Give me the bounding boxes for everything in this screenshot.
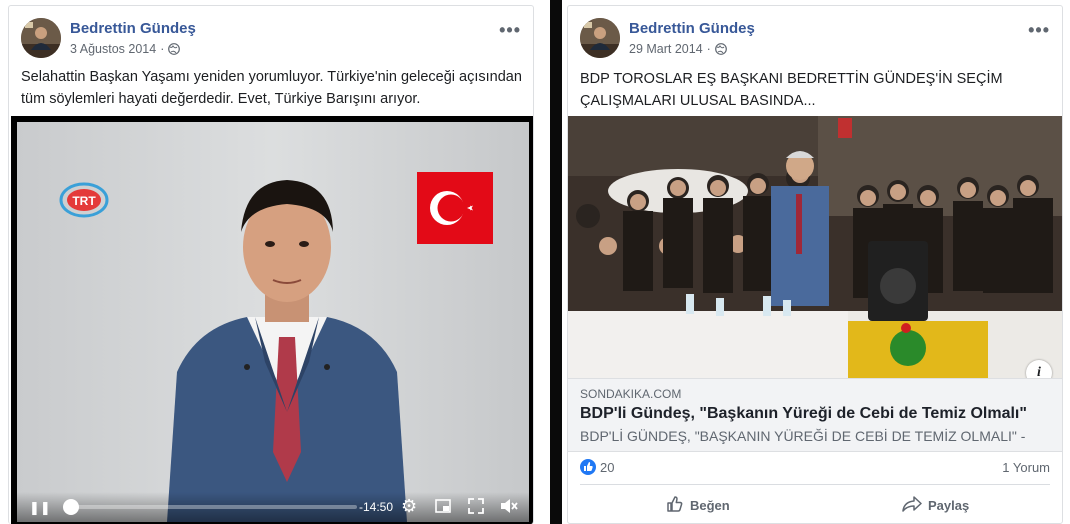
fullscreen-icon[interactable]: [468, 498, 484, 517]
post-header: Bedrettin Gündeş 29 Mart 2014 · •••: [580, 18, 1050, 58]
post-text-line: BDP TOROSLAR EŞ BAŞKANI BEDRETTİN GÜNDEŞ…: [580, 71, 1003, 87]
post-text-line: tüm söylemleri hayati değerdedir. Evet, …: [21, 91, 421, 107]
link-preview[interactable]: SONDAKIKA.COM BDP'li Gündeş, "Başkanın Y…: [568, 378, 1062, 452]
post-meta: 29 Mart 2014 ·: [629, 42, 727, 56]
miniplayer-icon[interactable]: [435, 498, 451, 517]
video-progress-track[interactable]: [67, 505, 357, 509]
more-options-icon[interactable]: •••: [499, 20, 521, 41]
globe-icon[interactable]: [714, 43, 727, 55]
like-button[interactable]: Beğen: [666, 495, 730, 516]
like-reaction-icon[interactable]: [580, 459, 596, 475]
post-meta: 3 Ağustos 2014 ·: [70, 42, 181, 56]
post-text: BDP TOROSLAR EŞ BAŞKANI BEDRETTİN GÜNDEŞ…: [580, 68, 1003, 112]
share-label: Paylaş: [928, 498, 970, 513]
screenshot-divider: [550, 0, 562, 524]
post-date[interactable]: 3 Ağustos 2014: [70, 42, 156, 56]
like-label: Beğen: [690, 498, 730, 513]
share-button[interactable]: Paylaş: [902, 495, 969, 516]
pause-icon[interactable]: ❚❚: [29, 500, 51, 516]
author-avatar[interactable]: [21, 18, 61, 58]
post-date[interactable]: 29 Mart 2014: [629, 42, 703, 56]
post-text-line: ÇALIŞMALARI ULUSAL BASINDA...: [580, 93, 816, 109]
post-header: Bedrettin Gündeş 3 Ağustos 2014 · •••: [21, 18, 521, 58]
video-frame: TRT: [17, 122, 529, 522]
author-avatar[interactable]: [580, 18, 620, 58]
comment-count[interactable]: 1 Yorum: [1002, 460, 1050, 475]
link-description: BDP'Lİ GÜNDEŞ, "BAŞKANIN YÜREĞİ DE CEBİ …: [580, 428, 1026, 444]
video-time: -14:50: [359, 500, 394, 514]
post-card-right: Bedrettin Gündeş 29 Mart 2014 · ••• BDP …: [567, 5, 1063, 524]
link-title[interactable]: BDP'li Gündeş, "Başkanın Yüreği de Cebi …: [580, 405, 1027, 423]
reaction-count[interactable]: 20: [600, 460, 614, 475]
reactions-bar: 20 1 Yorum: [580, 458, 1050, 478]
share-icon: [902, 495, 922, 516]
video-controls: ❚❚ -14:50 ⚙: [17, 492, 529, 522]
post-card-left: Bedrettin Gündeş 3 Ağustos 2014 · ••• Se…: [8, 5, 534, 524]
trt-logo-text: TRT: [72, 194, 96, 208]
post-text: Selahattin Başkan Yaşamı yeniden yorumlu…: [21, 66, 522, 110]
link-domain: SONDAKIKA.COM: [580, 387, 682, 401]
video-player[interactable]: TRT ❚❚ -14:50 ⚙: [11, 116, 533, 524]
author-name[interactable]: Bedrettin Gündeş: [70, 20, 196, 37]
trt-logo: TRT: [59, 182, 109, 218]
post-actions: Beğen Paylaş: [580, 484, 1050, 522]
presenter-figure: [167, 180, 407, 522]
author-name[interactable]: Bedrettin Gündeş: [629, 20, 755, 37]
more-options-icon[interactable]: •••: [1028, 20, 1050, 41]
mute-icon[interactable]: [500, 498, 518, 517]
video-progress-handle[interactable]: [63, 499, 79, 515]
globe-icon[interactable]: [168, 43, 181, 55]
post-text-line: Selahattin Başkan Yaşamı yeniden yorumlu…: [21, 69, 522, 85]
link-preview-image[interactable]: i: [568, 116, 1062, 378]
settings-gear-icon[interactable]: ⚙: [401, 496, 417, 517]
rally-photo: [568, 116, 1062, 378]
like-icon: [666, 495, 684, 516]
